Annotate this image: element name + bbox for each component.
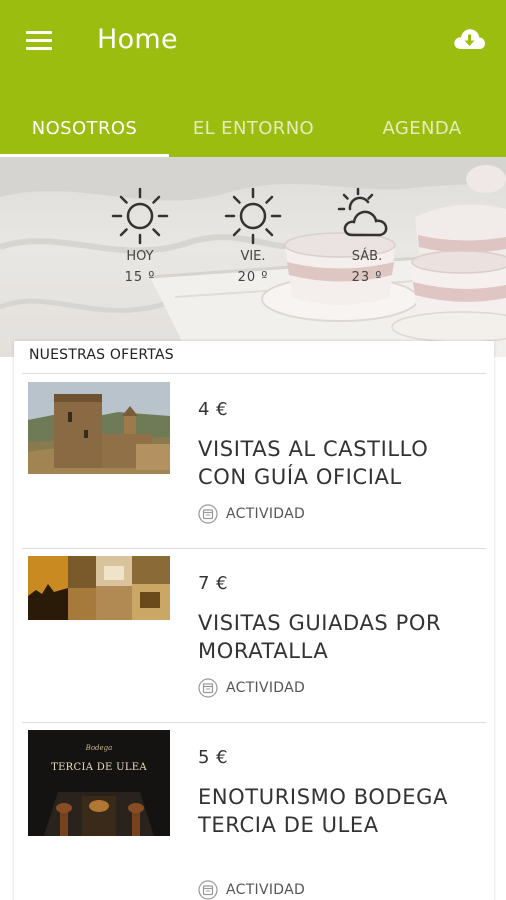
offer-category-label: ACTIVIDAD — [226, 680, 306, 696]
weather-temperature: 20 º — [237, 270, 269, 285]
offer-category: ACTIVIDAD — [198, 880, 305, 900]
calendar-icon — [198, 678, 218, 698]
weather-today: HOY 15 º — [105, 185, 175, 285]
bodega-title-text: TERCIA DE ULEA — [51, 762, 147, 773]
offer-image-bodega: Bodega TERCIA DE ULEA — [28, 730, 170, 836]
offer-image-moratalla — [28, 556, 170, 620]
weather-day-label: HOY — [126, 249, 154, 264]
offer-category: ACTIVIDAD — [198, 504, 305, 524]
offers-card: NUESTRAS OFERTAS 4 € VISITAS AL CASTILLO — [14, 341, 494, 900]
offer-item-castillo[interactable]: 4 € VISITAS AL CASTILLO CON GUÍA OFICIAL… — [14, 374, 494, 548]
tab-bar: NOSOTROS EL ENTORNO AGENDA — [0, 100, 506, 157]
partly-cloudy-icon — [337, 187, 388, 237]
cloud-download-icon[interactable] — [452, 25, 486, 53]
offer-price: 5 € — [198, 747, 229, 768]
section-title: NUESTRAS OFERTAS — [29, 347, 174, 363]
offer-title: VISITAS GUIADAS POR MORATALLA — [198, 611, 442, 663]
offer-title: VISITAS AL CASTILLO CON GUÍA OFICIAL — [198, 437, 429, 489]
tab-el-entorno[interactable]: EL ENTORNO — [169, 100, 338, 157]
weather-day-label: SÁB. — [351, 249, 383, 264]
offer-item-bodega[interactable]: Bodega TERCIA DE ULEA 5 € ENOTURISMO BOD… — [14, 722, 494, 900]
weather-temperature: 23 º — [351, 270, 383, 285]
app-bar: Home NOSOTROS EL ENTORNO AGENDA — [0, 0, 506, 157]
sun-icon — [111, 187, 169, 245]
calendar-icon — [198, 880, 218, 900]
bodega-script-text: Bodega — [85, 744, 113, 752]
offer-category-label: ACTIVIDAD — [226, 882, 306, 898]
weather-day-label: VIE. — [240, 249, 266, 264]
offer-item-moratalla[interactable]: 7 € VISITAS GUIADAS POR MORATALLA ACTIVI… — [14, 548, 494, 722]
tab-nosotros[interactable]: NOSOTROS — [0, 100, 169, 157]
hamburger-menu-icon[interactable] — [26, 31, 54, 51]
offer-title: ENOTURISMO BODEGA TERCIA DE ULEA — [198, 785, 448, 837]
offer-image-castle — [28, 382, 170, 474]
weather-friday: VIE. 20 º — [218, 185, 288, 285]
offer-price: 4 € — [198, 399, 229, 420]
page-title: Home — [97, 24, 178, 55]
weather-saturday: SÁB. 23 º — [332, 185, 402, 285]
offer-price: 7 € — [198, 573, 229, 594]
weather-temperature: 15 º — [124, 270, 156, 285]
sun-icon — [224, 187, 282, 245]
calendar-icon — [198, 504, 218, 524]
offer-category-label: ACTIVIDAD — [226, 506, 306, 522]
offer-category: ACTIVIDAD — [198, 678, 305, 698]
tab-agenda[interactable]: AGENDA — [338, 100, 506, 157]
